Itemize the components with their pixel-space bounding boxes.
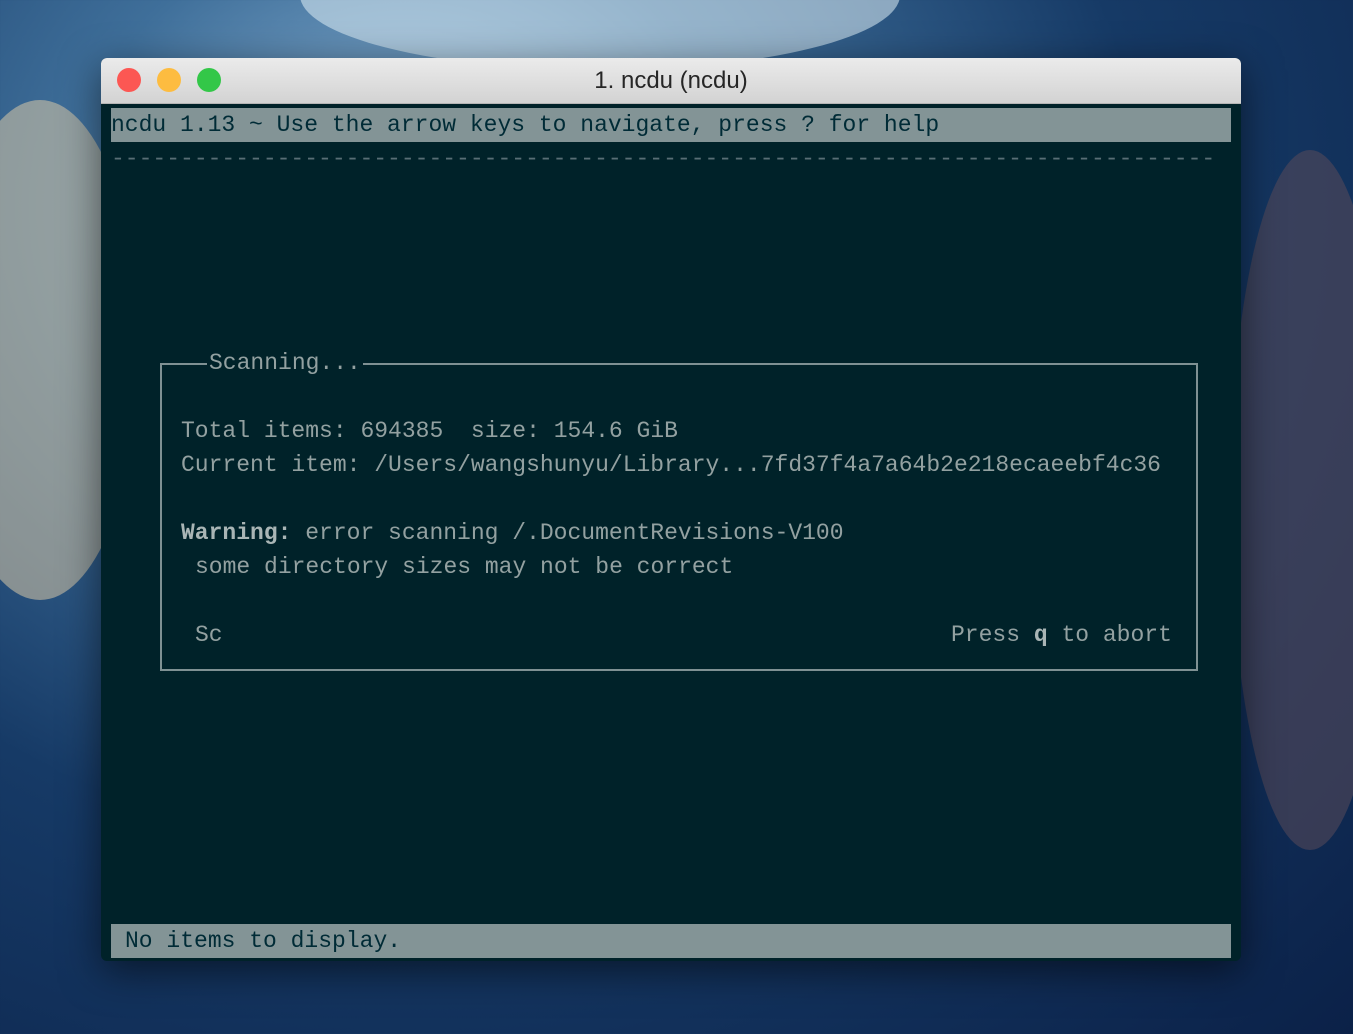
wallpaper-shape <box>1230 150 1353 850</box>
scan-spinner: Sc <box>195 622 223 648</box>
warning-detail: some directory sizes may not be correct <box>195 554 734 580</box>
current-item-line: Current item: /Users/wangshunyu/Library.… <box>181 448 1161 482</box>
warning-text: error scanning /.DocumentRevisions-V100 <box>305 520 844 546</box>
terminal-screen[interactable]: ncdu 1.13 ~ Use the arrow keys to naviga… <box>111 108 1231 958</box>
warning-line: Warning: error scanning /.DocumentRevisi… <box>181 516 844 550</box>
abort-hint: Press q to abort <box>951 618 1172 652</box>
status-bar: No items to display. <box>111 924 1231 958</box>
size-value: 154.6 GiB <box>553 418 678 444</box>
total-items-value: 694385 <box>360 418 444 444</box>
header-bar: ncdu 1.13 ~ Use the arrow keys to naviga… <box>111 108 1231 142</box>
current-item-label: Current item: <box>181 452 361 478</box>
separator-line: ----------------------------------------… <box>111 146 1216 172</box>
window-title: 1. ncdu (ncdu) <box>594 67 748 94</box>
abort-press-text: Press <box>951 622 1021 648</box>
abort-key: q <box>1033 622 1048 648</box>
warning-label: Warning: <box>181 520 292 546</box>
current-item-path: /Users/wangshunyu/Library...7fd37f4a7a64… <box>374 452 1161 478</box>
abort-rest-text: to abort <box>1061 622 1172 648</box>
size-label: size: <box>470 418 540 444</box>
title-bar[interactable]: 1. ncdu (ncdu) <box>101 58 1241 104</box>
total-items-label: Total items: <box>181 418 347 444</box>
dialog-title: Scanning... <box>207 346 363 380</box>
terminal-window: 1. ncdu (ncdu) ncdu 1.13 ~ Use the arrow… <box>101 58 1241 961</box>
total-items-line: Total items: 694385 size: 154.6 GiB <box>181 414 678 448</box>
